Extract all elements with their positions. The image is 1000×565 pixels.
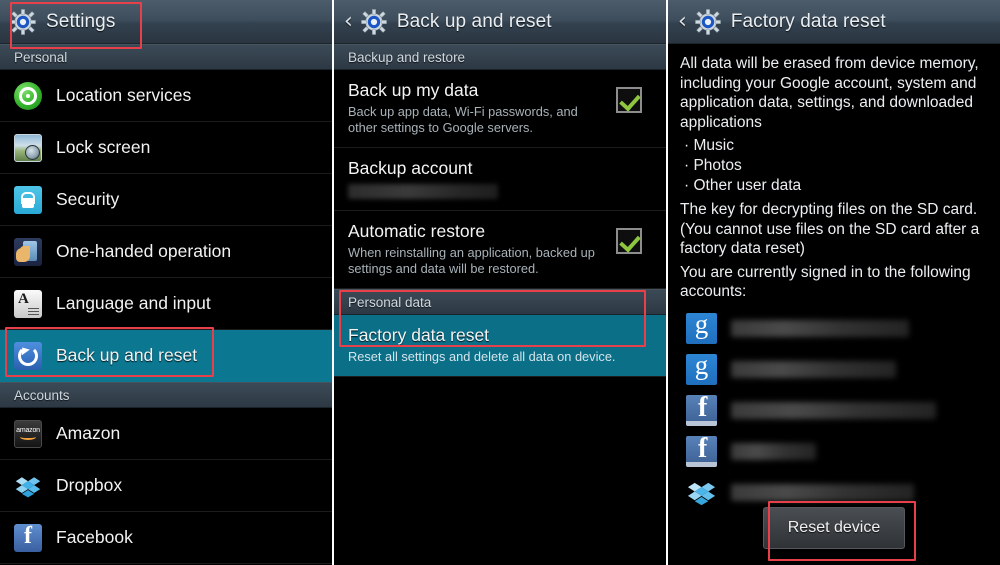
facebook-icon (686, 394, 717, 426)
page-title: Settings (46, 10, 116, 32)
gear-icon (361, 8, 387, 35)
three-panel-screenshot: Settings Personal Location services Lock… (0, 0, 1000, 565)
language-icon (14, 289, 42, 318)
facebook-icon (14, 523, 42, 552)
signed-in-accounts-label: You are currently signed in to the follo… (680, 263, 971, 301)
account-row[interactable] (680, 308, 988, 349)
account-row[interactable] (680, 390, 988, 431)
reset-device-button[interactable]: Reset device (762, 507, 906, 549)
panel-back-up-and-reset: ‹ Back up and reset Backup and restore B… (334, 0, 666, 565)
sidebar-item-label: Language and input (56, 293, 211, 313)
amazon-icon (14, 419, 42, 448)
account-row[interactable] (680, 431, 988, 472)
sidebar-item-one-handed-operation[interactable]: One-handed operation (0, 226, 332, 278)
checkbox-back-up-my-data[interactable] (616, 87, 642, 113)
sidebar-item-lock-screen[interactable]: Lock screen (0, 122, 332, 174)
signed-in-accounts-list (680, 308, 988, 513)
sidebar-item-label: Lock screen (56, 137, 151, 157)
setting-back-up-my-data[interactable]: Back up my data Back up app data, Wi-Fi … (334, 70, 666, 148)
bullet-label: Photos (693, 157, 742, 174)
bullet-label: Other user data (693, 177, 802, 194)
sidebar-item-label: Location services (56, 85, 192, 105)
sidebar-item-label: Security (56, 189, 120, 209)
bullet-music: · Music (684, 137, 734, 154)
sidebar-item-label: Amazon (56, 423, 121, 443)
account-row[interactable] (680, 349, 988, 390)
section-header-accounts: Accounts (0, 382, 332, 408)
setting-automatic-restore[interactable]: Automatic restore When reinstalling an a… (334, 211, 666, 289)
gear-icon (10, 8, 36, 35)
setting-subtitle: Back up app data, Wi-Fi passwords, and o… (348, 104, 578, 135)
setting-backup-account[interactable]: Backup account (334, 148, 666, 211)
setting-title: Factory data reset (348, 325, 490, 345)
account-name-redacted (731, 319, 909, 337)
backup-reset-titlebar: ‹ Back up and reset (334, 0, 666, 44)
section-header-label: Backup and restore (348, 49, 466, 65)
panel-factory-data-reset: ‹ Factory data reset All data will be er… (668, 0, 1000, 565)
bullet-label: Music (693, 137, 734, 154)
sidebar-item-amazon[interactable]: Amazon (0, 408, 332, 460)
factory-reset-titlebar: ‹ Factory data reset (668, 0, 1000, 44)
setting-title: Backup account (348, 158, 473, 178)
settings-titlebar: Settings (0, 0, 332, 44)
sidebar-item-label: Dropbox (56, 475, 123, 495)
setting-subtitle: Reset all settings and delete all data o… (348, 349, 616, 364)
facebook-icon (686, 435, 717, 467)
dropbox-icon (14, 472, 42, 500)
sidebar-item-label: One-handed operation (56, 241, 232, 261)
account-name-redacted (731, 401, 936, 419)
section-header-label: Personal (14, 49, 68, 65)
panel-settings: Settings Personal Location services Lock… (0, 0, 332, 565)
section-header-backup-and-restore: Backup and restore (334, 44, 666, 70)
page-title: Back up and reset (396, 10, 552, 32)
sidebar-item-security[interactable]: Security (0, 174, 332, 226)
account-name-redacted (731, 360, 896, 378)
checkbox-automatic-restore[interactable] (616, 228, 642, 254)
sidebar-item-facebook[interactable]: Facebook (0, 512, 332, 564)
setting-title: Back up my data (348, 80, 479, 100)
sidebar-item-location-services[interactable]: Location services (0, 70, 332, 122)
sidebar-item-language-and-input[interactable]: Language and input (0, 278, 332, 330)
backup-reset-icon (14, 341, 42, 370)
setting-subtitle: When reinstalling an application, backed… (348, 245, 595, 276)
warning-paragraph-1: All data will be erased from device memo… (680, 55, 979, 131)
google-icon (686, 353, 717, 385)
account-name-redacted (731, 442, 816, 460)
back-chevron-icon[interactable]: ‹ (344, 10, 353, 33)
sidebar-item-dropbox[interactable]: Dropbox (0, 460, 332, 512)
security-lock-icon (14, 185, 42, 214)
sidebar-item-label: Back up and reset (56, 345, 198, 365)
one-handed-icon (14, 237, 42, 266)
warning-paragraph-2: The key for decrypting files on the SD c… (680, 201, 980, 257)
setting-title: Automatic restore (348, 221, 486, 241)
back-chevron-icon[interactable]: ‹ (678, 10, 687, 33)
google-icon (686, 312, 717, 344)
bullet-photos: · Photos (684, 157, 742, 174)
page-title: Factory data reset (730, 10, 886, 32)
backup-account-value-redacted (348, 184, 498, 199)
factory-reset-description: All data will be erased from device memo… (668, 44, 1000, 513)
section-header-label: Accounts (14, 387, 70, 403)
setting-factory-data-reset[interactable]: Factory data reset Reset all settings an… (334, 315, 666, 377)
sidebar-item-back-up-and-reset[interactable]: Back up and reset (0, 330, 332, 382)
reset-button-area: Reset device (668, 491, 1000, 565)
location-icon (14, 81, 42, 110)
section-header-label: Personal data (348, 294, 432, 310)
bullet-other-user-data: · Other user data (684, 177, 802, 194)
section-header-personal-data: Personal data (334, 289, 666, 315)
lock-screen-icon (14, 133, 42, 162)
gear-icon (695, 8, 721, 35)
section-header-personal: Personal (0, 44, 332, 70)
sidebar-item-label: Facebook (56, 527, 133, 547)
